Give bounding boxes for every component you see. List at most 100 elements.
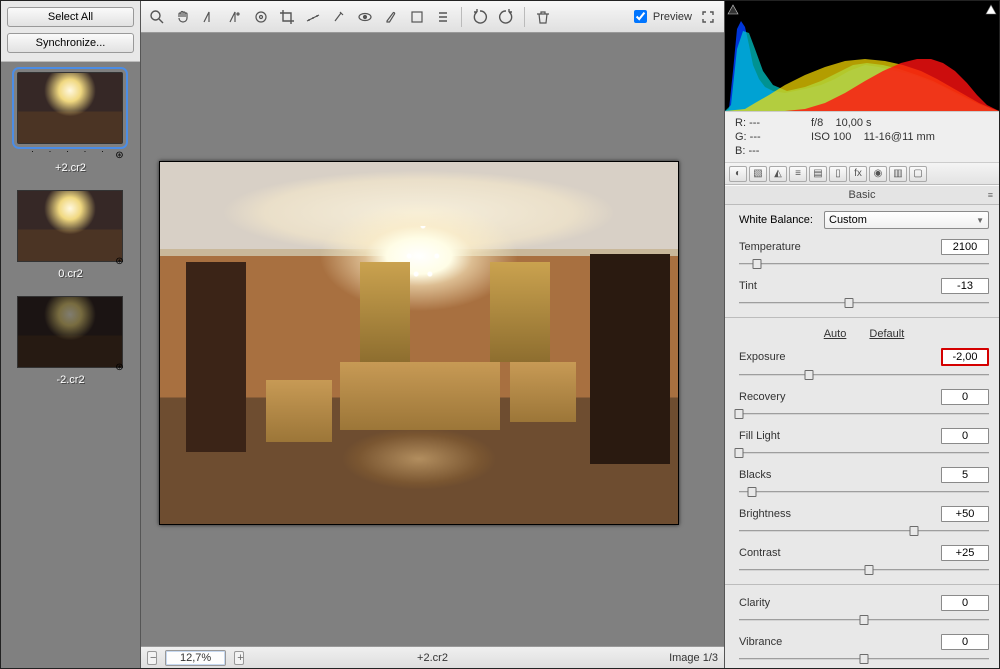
panel-tab-presets-icon[interactable]: ▥ bbox=[889, 166, 907, 182]
thumbnail-filename: 0.cr2 bbox=[17, 268, 125, 280]
red-eye-tool-icon[interactable] bbox=[355, 7, 375, 27]
preferences-tool-icon[interactable] bbox=[433, 7, 453, 27]
app-window: Select All Synchronize... · · · · · ⊛ +2… bbox=[0, 0, 1000, 669]
center-preview-column: Preview − 12,7% + +2.cr2 Image 1/3 bbox=[141, 1, 725, 668]
exposure-slider[interactable] bbox=[739, 369, 989, 381]
zoom-tool-icon[interactable] bbox=[147, 7, 167, 27]
zoom-out-button[interactable]: − bbox=[147, 651, 157, 665]
white-balance-tool-icon[interactable] bbox=[199, 7, 219, 27]
thumbnail-item[interactable]: · · · · · ⊛ +2.cr2 bbox=[17, 72, 125, 174]
contrast-slider[interactable] bbox=[739, 564, 989, 576]
thumbnail-item[interactable]: ⊛ -2.cr2 bbox=[17, 296, 125, 386]
readout-g: G: --- bbox=[735, 130, 799, 144]
adjustment-brush-tool-icon[interactable] bbox=[381, 7, 401, 27]
settings-badge-icon: ⊛ bbox=[110, 256, 130, 266]
zoom-in-button[interactable]: + bbox=[234, 651, 244, 665]
exposure-value[interactable]: -2,00 bbox=[941, 348, 989, 366]
default-link[interactable]: Default bbox=[869, 328, 904, 340]
top-toolbar: Preview bbox=[141, 1, 724, 33]
preview-toggle[interactable]: Preview bbox=[630, 7, 692, 26]
graduated-filter-tool-icon[interactable] bbox=[407, 7, 427, 27]
vibrance-slider[interactable] bbox=[739, 653, 989, 665]
filllight-label: Fill Light bbox=[739, 430, 824, 442]
clarity-value[interactable]: 0 bbox=[941, 595, 989, 611]
thumbnail-filename: +2.cr2 bbox=[17, 162, 125, 174]
tint-value[interactable]: -13 bbox=[941, 278, 989, 294]
panel-tab-basic-icon[interactable]: ◐ bbox=[729, 166, 747, 182]
panel-tab-split-icon[interactable]: ▤ bbox=[809, 166, 827, 182]
temperature-value[interactable]: 2100 bbox=[941, 239, 989, 255]
preview-image bbox=[159, 161, 679, 525]
toolbar-separator bbox=[461, 7, 462, 27]
preview-canvas-area[interactable] bbox=[141, 33, 724, 646]
rotate-ccw-icon[interactable] bbox=[470, 7, 490, 27]
status-filename: +2.cr2 bbox=[417, 652, 448, 664]
section-header-basic[interactable]: Basic ≡ bbox=[725, 185, 999, 205]
target-adjust-tool-icon[interactable] bbox=[251, 7, 271, 27]
dropdown-caret-icon: ▼ bbox=[976, 216, 984, 225]
zoom-level-field[interactable]: 12,7% bbox=[165, 650, 226, 666]
readout-r: R: --- bbox=[735, 116, 799, 130]
panel-tab-snapshots-icon[interactable]: ▢ bbox=[909, 166, 927, 182]
thumbnail-image bbox=[18, 297, 122, 367]
blacks-label: Blacks bbox=[739, 469, 824, 481]
color-sampler-tool-icon[interactable] bbox=[225, 7, 245, 27]
thumbnail-filename: -2.cr2 bbox=[17, 374, 125, 386]
section-title: Basic bbox=[849, 189, 876, 201]
status-image-index: Image 1/3 bbox=[669, 652, 718, 664]
white-balance-label: White Balance: bbox=[739, 214, 824, 226]
shadow-clip-indicator-icon[interactable] bbox=[727, 3, 739, 15]
white-balance-dropdown[interactable]: Custom ▼ bbox=[824, 211, 989, 229]
temperature-slider[interactable] bbox=[739, 258, 989, 270]
panel-menu-icon[interactable]: ≡ bbox=[988, 190, 993, 200]
panel-tab-hsl-icon[interactable]: ≡ bbox=[789, 166, 807, 182]
recovery-label: Recovery bbox=[739, 391, 824, 403]
white-balance-row: White Balance: Custom ▼ bbox=[739, 211, 989, 229]
contrast-value[interactable]: +25 bbox=[941, 545, 989, 561]
temperature-label: Temperature bbox=[739, 241, 824, 253]
brightness-label: Brightness bbox=[739, 508, 824, 520]
exposure-label: Exposure bbox=[739, 351, 824, 363]
panel-tab-fx-icon[interactable]: fx bbox=[849, 166, 867, 182]
straighten-tool-icon[interactable] bbox=[303, 7, 323, 27]
rating-dots: · · · · · bbox=[17, 146, 125, 156]
clarity-slider[interactable] bbox=[739, 614, 989, 626]
filmstrip: · · · · · ⊛ +2.cr2 ⊛ 0.cr2 ⊛ -2.cr2 bbox=[1, 62, 140, 668]
panel-tab-curve-icon[interactable]: ▧ bbox=[749, 166, 767, 182]
auto-link[interactable]: Auto bbox=[824, 328, 847, 340]
histogram[interactable] bbox=[725, 1, 999, 111]
toolbar-separator bbox=[524, 7, 525, 27]
filllight-slider[interactable] bbox=[739, 447, 989, 459]
crop-tool-icon[interactable] bbox=[277, 7, 297, 27]
panel-tab-detail-icon[interactable]: ◭ bbox=[769, 166, 787, 182]
panel-tab-strip: ◐ ▧ ◭ ≡ ▤ ▯ fx ◉ ▥ ▢ bbox=[725, 163, 999, 185]
blacks-value[interactable]: 5 bbox=[941, 467, 989, 483]
recovery-value[interactable]: 0 bbox=[941, 389, 989, 405]
brightness-value[interactable]: +50 bbox=[941, 506, 989, 522]
settings-badge-icon: ⊛ bbox=[110, 362, 130, 372]
readout-shutter: 10,00 s bbox=[835, 117, 871, 129]
hand-tool-icon[interactable] bbox=[173, 7, 193, 27]
filllight-value[interactable]: 0 bbox=[941, 428, 989, 444]
panel-tab-camera-icon[interactable]: ◉ bbox=[869, 166, 887, 182]
readout-aperture: f/8 bbox=[811, 117, 823, 129]
recovery-slider[interactable] bbox=[739, 408, 989, 420]
brightness-slider[interactable] bbox=[739, 525, 989, 537]
vibrance-value[interactable]: 0 bbox=[941, 634, 989, 650]
settings-badge-icon: ⊛ bbox=[110, 150, 130, 160]
preview-label: Preview bbox=[653, 11, 692, 23]
synchronize-button[interactable]: Synchronize... bbox=[7, 33, 134, 53]
mark-delete-icon[interactable] bbox=[533, 7, 553, 27]
blacks-slider[interactable] bbox=[739, 486, 989, 498]
select-all-button[interactable]: Select All bbox=[7, 7, 134, 27]
rotate-cw-icon[interactable] bbox=[496, 7, 516, 27]
right-panel-column: R: --- G: --- B: --- f/8 10,00 s ISO 100… bbox=[725, 1, 999, 668]
spot-removal-tool-icon[interactable] bbox=[329, 7, 349, 27]
highlight-clip-indicator-icon[interactable] bbox=[985, 3, 997, 15]
preview-checkbox[interactable] bbox=[634, 10, 647, 23]
fullscreen-toggle-icon[interactable] bbox=[698, 7, 718, 27]
panel-tab-lens-icon[interactable]: ▯ bbox=[829, 166, 847, 182]
thumbnail-item[interactable]: ⊛ 0.cr2 bbox=[17, 190, 125, 280]
clarity-label: Clarity bbox=[739, 597, 824, 609]
tint-slider[interactable] bbox=[739, 297, 989, 309]
